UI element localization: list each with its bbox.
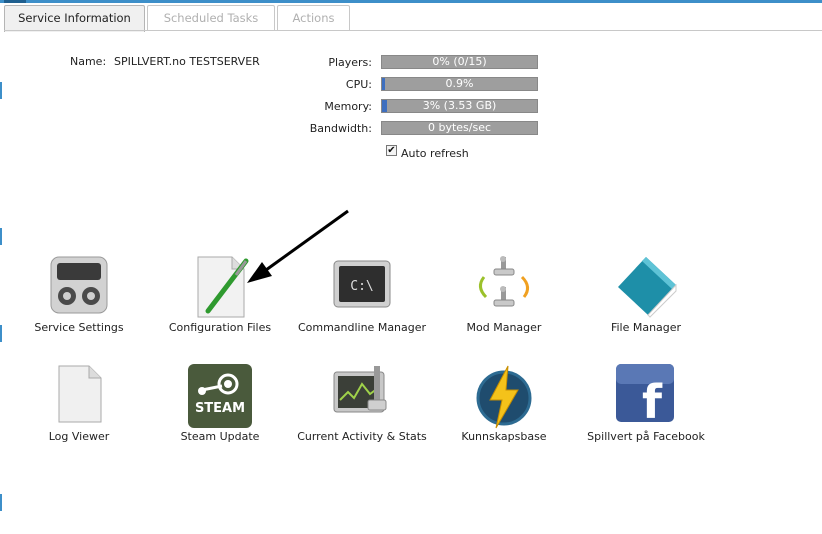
bandwidth-value: 0 bytes/sec (427, 121, 492, 134)
memory-value: 3% (3.53 GB) (422, 99, 497, 112)
tab-divider (4, 30, 822, 31)
cpu-label: CPU: (345, 78, 372, 91)
players-value: 0% (0/15) (432, 55, 487, 68)
commandline-glyph: C:\ (350, 279, 373, 294)
tool-kunnskapsbase[interactable]: Kunnskapsbase (429, 364, 579, 464)
memory-bar: 3% (3.53 GB) (381, 99, 538, 113)
tool-file-manager[interactable]: File Manager (571, 255, 721, 355)
tool-label: Service Settings (34, 321, 124, 334)
top-accent-mark (4, 0, 26, 3)
tool-label: Commandline Manager (297, 321, 427, 334)
bandwidth-label: Bandwidth: (309, 122, 372, 135)
tool-spillvert-facebook[interactable]: f Spillvert på Facebook (571, 364, 721, 464)
tab-service-information[interactable]: Service Information (4, 5, 145, 32)
tool-label: File Manager (610, 321, 682, 334)
tool-commandline-manager[interactable]: C:\ Commandline Manager (287, 255, 437, 355)
file-manager-icon (618, 257, 677, 318)
tool-log-viewer[interactable]: Log Viewer (4, 364, 154, 464)
auto-refresh-checkbox[interactable]: ✔ (386, 145, 397, 156)
tool-steam-update[interactable]: STEAM Steam Update (145, 364, 295, 464)
tool-label: Spillvert på Facebook (587, 430, 705, 443)
tool-label: Kunnskapsbase (461, 430, 547, 443)
left-edge-mark (0, 494, 2, 511)
left-edge-mark (0, 228, 2, 245)
players-bar: 0% (0/15) (381, 55, 538, 69)
auto-refresh-label: Auto refresh (401, 147, 469, 160)
mod-manager-icon (479, 256, 529, 307)
tool-label: Log Viewer (48, 430, 110, 443)
commandline-icon: C:\ (333, 260, 391, 308)
service-name-value: SPILLVERT.no TESTSERVER (114, 55, 260, 68)
knowledge-base-icon (476, 365, 532, 429)
cpu-bar: 0.9% (381, 77, 538, 91)
tool-configuration-files[interactable]: Configuration Files (145, 255, 295, 355)
tool-label: Mod Manager (466, 321, 542, 334)
service-settings-icon (50, 256, 108, 314)
tool-mod-manager[interactable]: Mod Manager (429, 255, 579, 355)
facebook-glyph: f (642, 375, 663, 429)
service-name-label: Name: (70, 55, 107, 68)
bandwidth-bar: 0 bytes/sec (381, 121, 538, 135)
memory-label: Memory: (324, 100, 372, 113)
activity-stats-icon (333, 366, 387, 413)
steam-glyph: STEAM (195, 401, 245, 416)
left-edge-mark (0, 325, 2, 342)
facebook-icon: f (616, 364, 674, 429)
tab-scheduled-tasks[interactable]: Scheduled Tasks (147, 5, 275, 30)
tool-label: Steam Update (180, 430, 260, 443)
cpu-value: 0.9% (445, 77, 474, 90)
tab-actions[interactable]: Actions (277, 5, 350, 30)
left-edge-mark (0, 82, 2, 99)
tool-label: Current Activity & Stats (297, 430, 427, 443)
players-label: Players: (328, 56, 372, 69)
tool-label: Configuration Files (168, 321, 272, 334)
tool-service-settings[interactable]: Service Settings (4, 255, 154, 355)
configuration-files-icon (197, 256, 249, 318)
steam-icon: STEAM (188, 364, 252, 428)
top-accent-strip (0, 0, 822, 3)
tool-current-activity-stats[interactable]: Current Activity & Stats (287, 364, 437, 464)
log-viewer-icon (58, 365, 102, 423)
